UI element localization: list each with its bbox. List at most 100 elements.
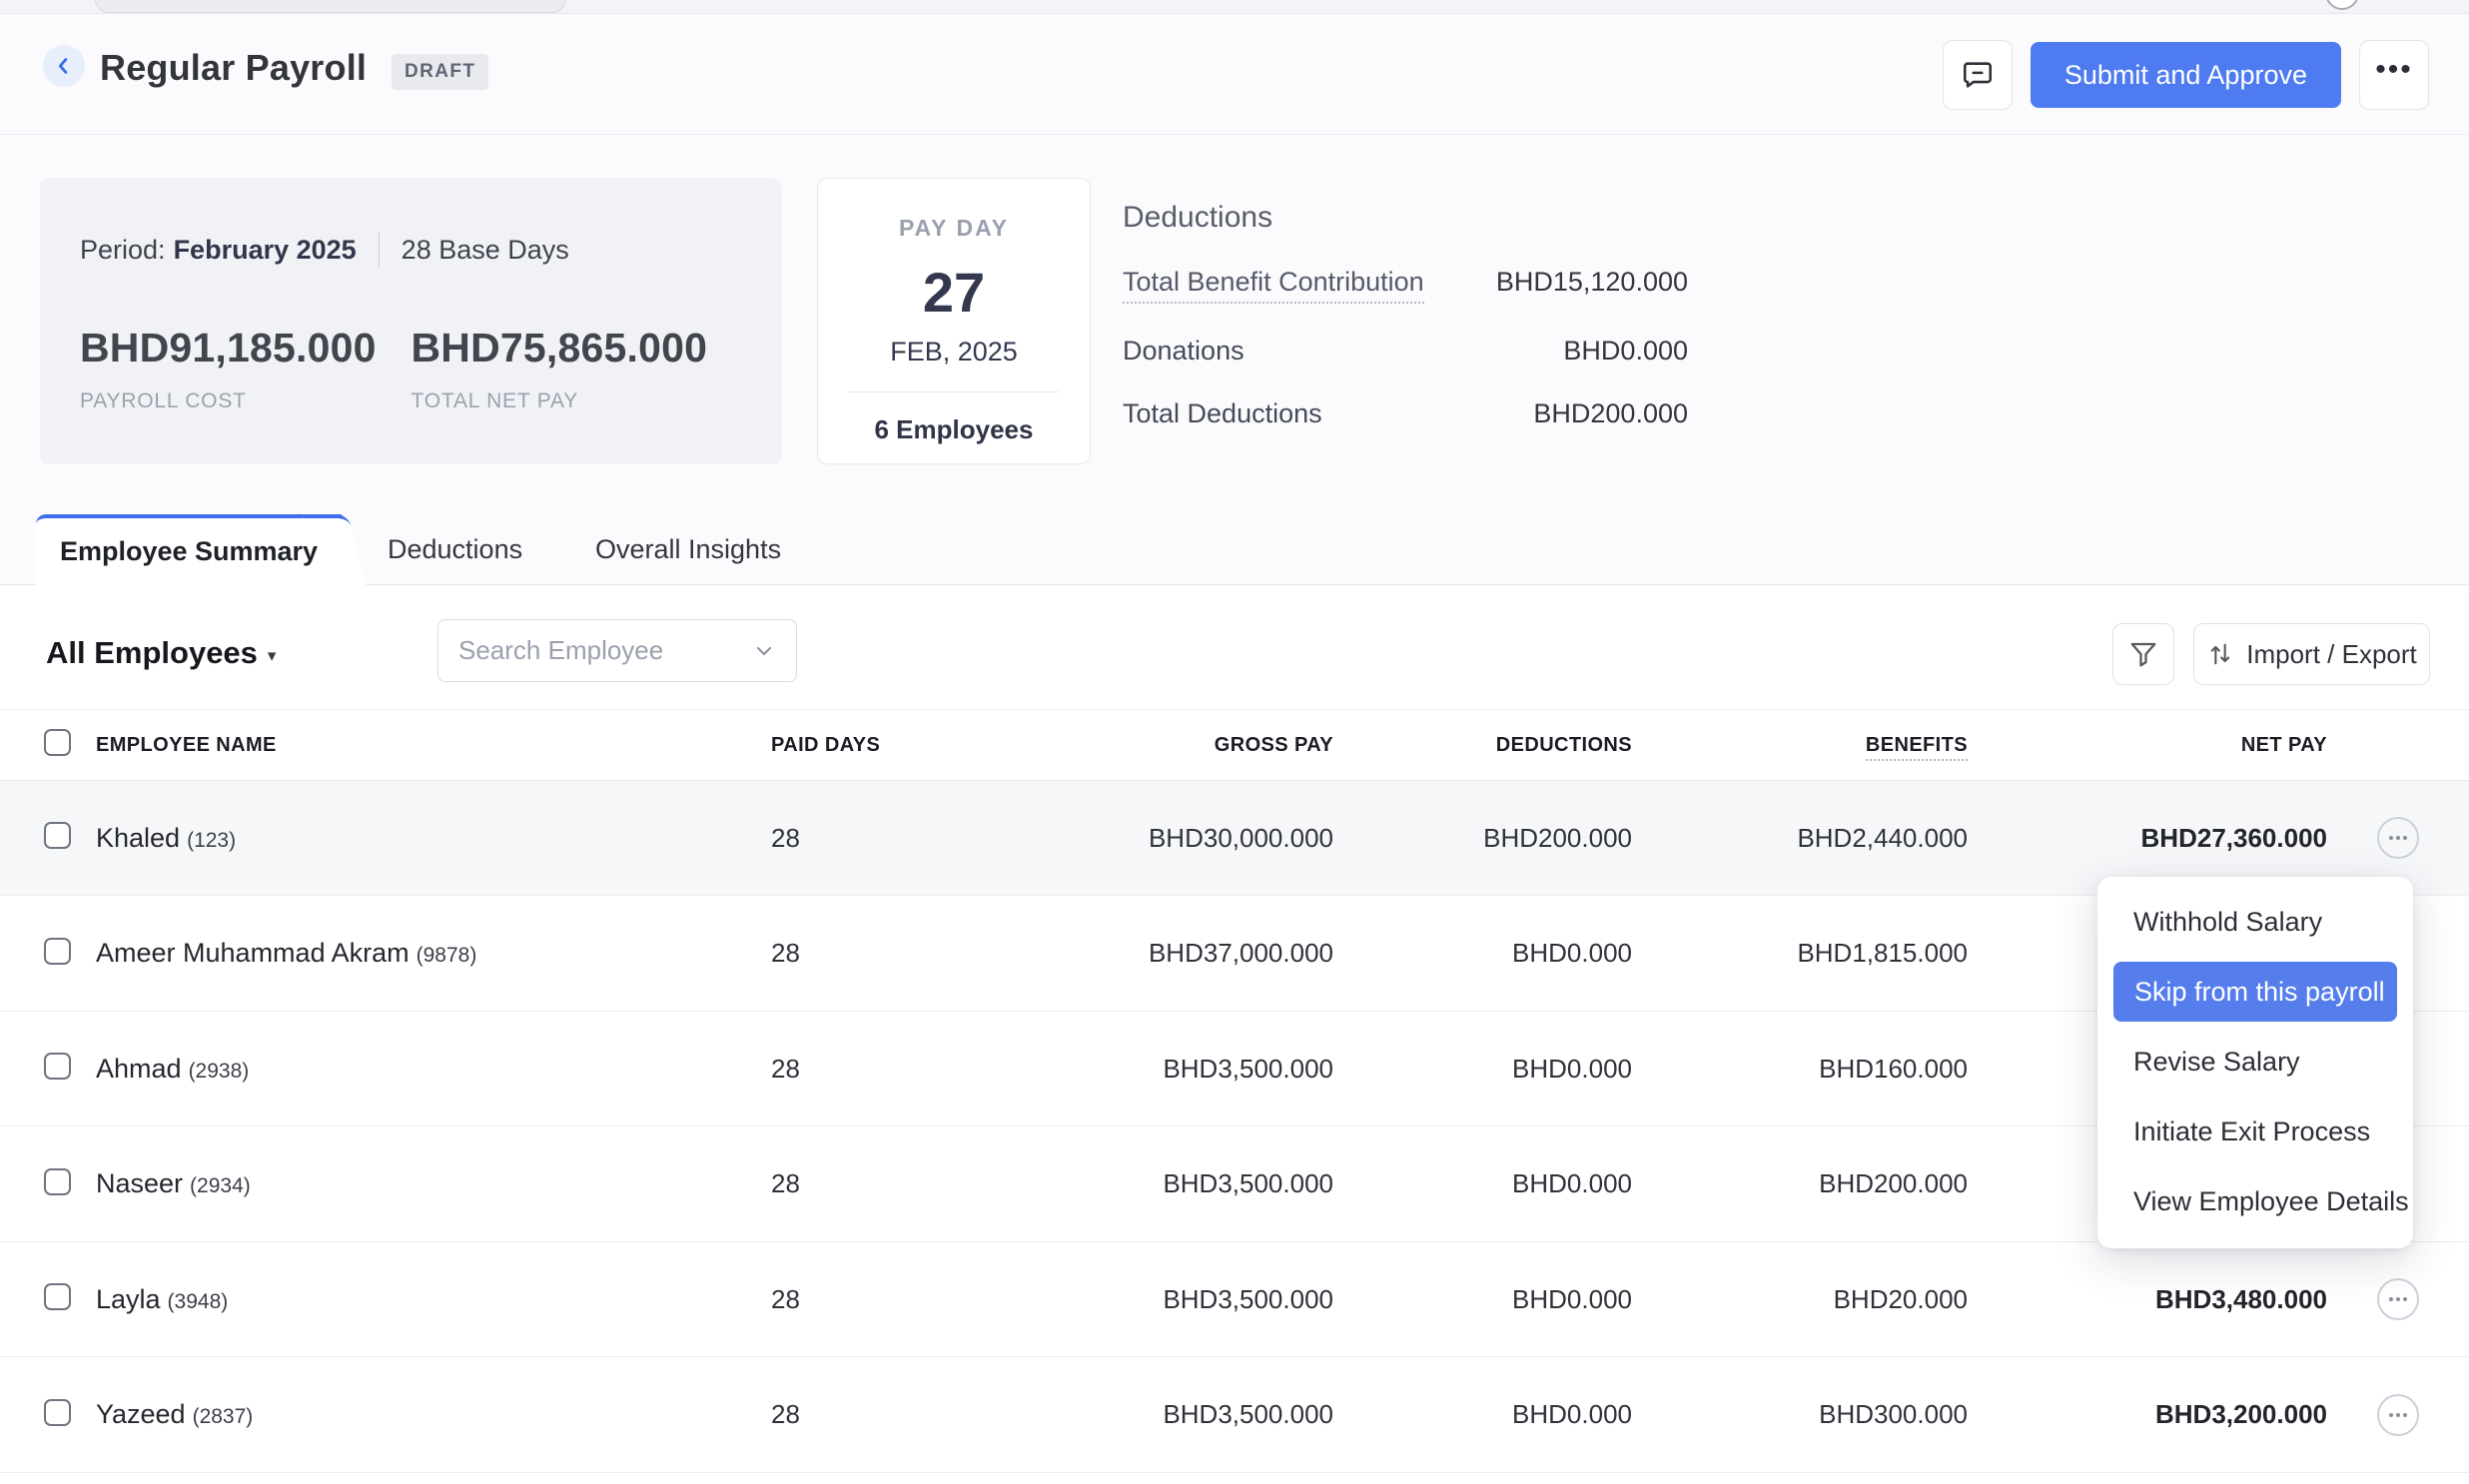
row-checkbox[interactable] <box>44 1168 71 1195</box>
gross-pay-cell: BHD37,000.000 <box>901 938 1333 969</box>
employee-filter-dropdown[interactable]: All Employees ▾ <box>46 635 276 671</box>
net-pay-cell: BHD3,200.000 <box>1968 1399 2327 1430</box>
total-net-pay-value: BHD75,865.000 <box>412 325 743 371</box>
caret-down-icon: ▾ <box>268 640 277 666</box>
period-label: Period: <box>80 235 166 266</box>
menu-item-skip-from-payroll[interactable]: Skip from this payroll <box>2113 962 2397 1022</box>
gross-pay-cell: BHD3,500.000 <box>901 1168 1333 1199</box>
deductions-title: Deductions <box>1123 201 1688 235</box>
filter-funnel-icon <box>2128 639 2158 669</box>
period-line: Period: February 2025 28 Base Days <box>80 233 742 267</box>
payroll-cost-label: PAYROLL COST <box>80 389 412 413</box>
back-button[interactable] <box>43 45 85 87</box>
table-header: EMPLOYEE NAME PAID DAYS GROSS PAY DEDUCT… <box>0 710 2469 781</box>
submit-and-approve-button[interactable]: Submit and Approve <box>2031 42 2341 108</box>
base-days: 28 Base Days <box>402 235 569 266</box>
menu-item-revise-salary[interactable]: Revise Salary <box>2097 1027 2413 1097</box>
row-actions-button[interactable] <box>2377 1394 2419 1436</box>
total-deductions-value: BHD200.000 <box>1533 398 1688 429</box>
table-row[interactable]: Layla(3948) 28 BHD3,500.000 BHD0.000 BHD… <box>0 1242 2469 1357</box>
total-net-pay-block: BHD75,865.000 TOTAL NET PAY <box>412 325 743 413</box>
row-checkbox[interactable] <box>44 1053 71 1080</box>
employee-name-cell: Yazeed(2837) <box>96 1399 771 1430</box>
donations-label: Donations <box>1123 336 1244 367</box>
page-header: Regular Payroll DRAFT Submit and Approve… <box>0 14 2469 135</box>
payroll-run-page: Regular Payroll DRAFT Submit and Approve… <box>0 0 2469 1484</box>
payroll-cost-value: BHD91,185.000 <box>80 325 412 371</box>
total-net-pay-label: TOTAL NET PAY <box>412 389 743 413</box>
payday-month-year: FEB, 2025 <box>818 337 1090 368</box>
search-placeholder: Search Employee <box>458 635 752 666</box>
row-actions-button[interactable] <box>2377 1278 2419 1320</box>
benefits-cell: BHD200.000 <box>1632 1168 1968 1199</box>
employee-name-cell: Layla(3948) <box>96 1284 771 1315</box>
benefits-cell: BHD300.000 <box>1632 1399 1968 1430</box>
menu-item-view-employee-details[interactable]: View Employee Details <box>2097 1166 2413 1236</box>
tab-overall-insights[interactable]: Overall Insights <box>595 514 781 585</box>
menu-item-initiate-exit-process[interactable]: Initiate Exit Process <box>2097 1097 2413 1166</box>
status-badge: DRAFT <box>392 54 488 90</box>
paid-days-cell: 28 <box>771 1054 901 1085</box>
payday-employee-count: 6 Employees <box>818 414 1090 445</box>
col-benefits: BENEFITS <box>1632 734 1968 757</box>
col-paid-days: PAID DAYS <box>771 734 901 757</box>
col-net-pay: NET PAY <box>1968 734 2327 757</box>
deduction-row: Donations BHD0.000 <box>1123 336 1688 367</box>
row-context-menu: Withhold Salary Skip from this payroll R… <box>2097 877 2413 1248</box>
gross-pay-cell: BHD3,500.000 <box>901 1284 1333 1315</box>
row-checkbox[interactable] <box>44 822 71 849</box>
table-row[interactable]: Yazeed(2837) 28 BHD3,500.000 BHD0.000 BH… <box>0 1358 2469 1473</box>
filter-button[interactable] <box>2112 623 2174 685</box>
more-options-button[interactable]: ••• <box>2359 40 2429 110</box>
avatar[interactable] <box>2325 0 2359 10</box>
gross-pay-cell: BHD3,500.000 <box>901 1054 1333 1085</box>
col-gross-pay: GROSS PAY <box>901 734 1333 757</box>
deductions-panel: Deductions Total Benefit Contribution BH… <box>1123 201 1688 429</box>
deductions-cell: BHD0.000 <box>1333 1399 1632 1430</box>
net-pay-cell: BHD3,480.000 <box>1968 1284 2327 1315</box>
row-checkbox[interactable] <box>44 938 71 965</box>
paid-days-cell: 28 <box>771 823 901 854</box>
payday-label: PAY DAY <box>818 215 1090 242</box>
table-row[interactable]: Khaled(123) 28 BHD30,000.000 BHD200.000 … <box>0 781 2469 896</box>
search-employee-combobox[interactable]: Search Employee <box>437 619 797 682</box>
summary-band: Period: February 2025 28 Base Days BHD91… <box>0 135 2469 585</box>
payroll-cost-block: BHD91,185.000 PAYROLL COST <box>80 325 412 413</box>
col-deductions: DEDUCTIONS <box>1333 734 1632 757</box>
row-checkbox[interactable] <box>44 1399 71 1426</box>
deductions-cell: BHD0.000 <box>1333 1168 1632 1199</box>
period-value: February 2025 <box>174 235 357 266</box>
total-deductions-label: Total Deductions <box>1123 398 1322 429</box>
total-benefit-contribution-label[interactable]: Total Benefit Contribution <box>1123 267 1424 304</box>
col-employee-name: EMPLOYEE NAME <box>96 734 771 757</box>
tab-deductions[interactable]: Deductions <box>388 514 522 585</box>
tab-employee-summary[interactable]: Employee Summary <box>36 514 342 585</box>
payday-day: 27 <box>818 260 1090 325</box>
benefits-cell: BHD20.000 <box>1632 1284 1968 1315</box>
top-strip <box>0 0 2469 14</box>
header-actions: Submit and Approve ••• <box>1943 40 2429 110</box>
import-export-arrows-icon <box>2206 640 2234 668</box>
paid-days-cell: 28 <box>771 1399 901 1430</box>
comments-button[interactable] <box>1943 40 2013 110</box>
donations-value: BHD0.000 <box>1563 336 1688 367</box>
menu-item-withhold-salary[interactable]: Withhold Salary <box>2097 887 2413 957</box>
employee-name-cell: Khaled(123) <box>96 823 771 854</box>
row-checkbox[interactable] <box>44 1283 71 1310</box>
paid-days-cell: 28 <box>771 938 901 969</box>
import-export-button[interactable]: Import / Export <box>2193 623 2430 685</box>
summary-amounts: BHD91,185.000 PAYROLL COST BHD75,865.000… <box>80 325 742 413</box>
period-summary-card: Period: February 2025 28 Base Days BHD91… <box>40 178 782 464</box>
benefits-cell: BHD2,440.000 <box>1632 823 1968 854</box>
paid-days-cell: 28 <box>771 1168 901 1199</box>
deductions-cell: BHD0.000 <box>1333 1284 1632 1315</box>
total-benefit-contribution-value: BHD15,120.000 <box>1496 267 1688 298</box>
ellipsis-icon: ••• <box>2375 55 2413 95</box>
row-actions-button[interactable] <box>2377 817 2419 859</box>
net-pay-cell: BHD27,360.000 <box>1968 823 2327 854</box>
select-all-checkbox[interactable] <box>44 729 71 756</box>
benefits-cell: BHD1,815.000 <box>1632 938 1968 969</box>
employee-name-cell: Naseer(2934) <box>96 1168 771 1199</box>
employee-name-cell: Ameer Muhammad Akram(9878) <box>96 938 771 969</box>
global-search-bar-partial[interactable] <box>95 0 566 13</box>
